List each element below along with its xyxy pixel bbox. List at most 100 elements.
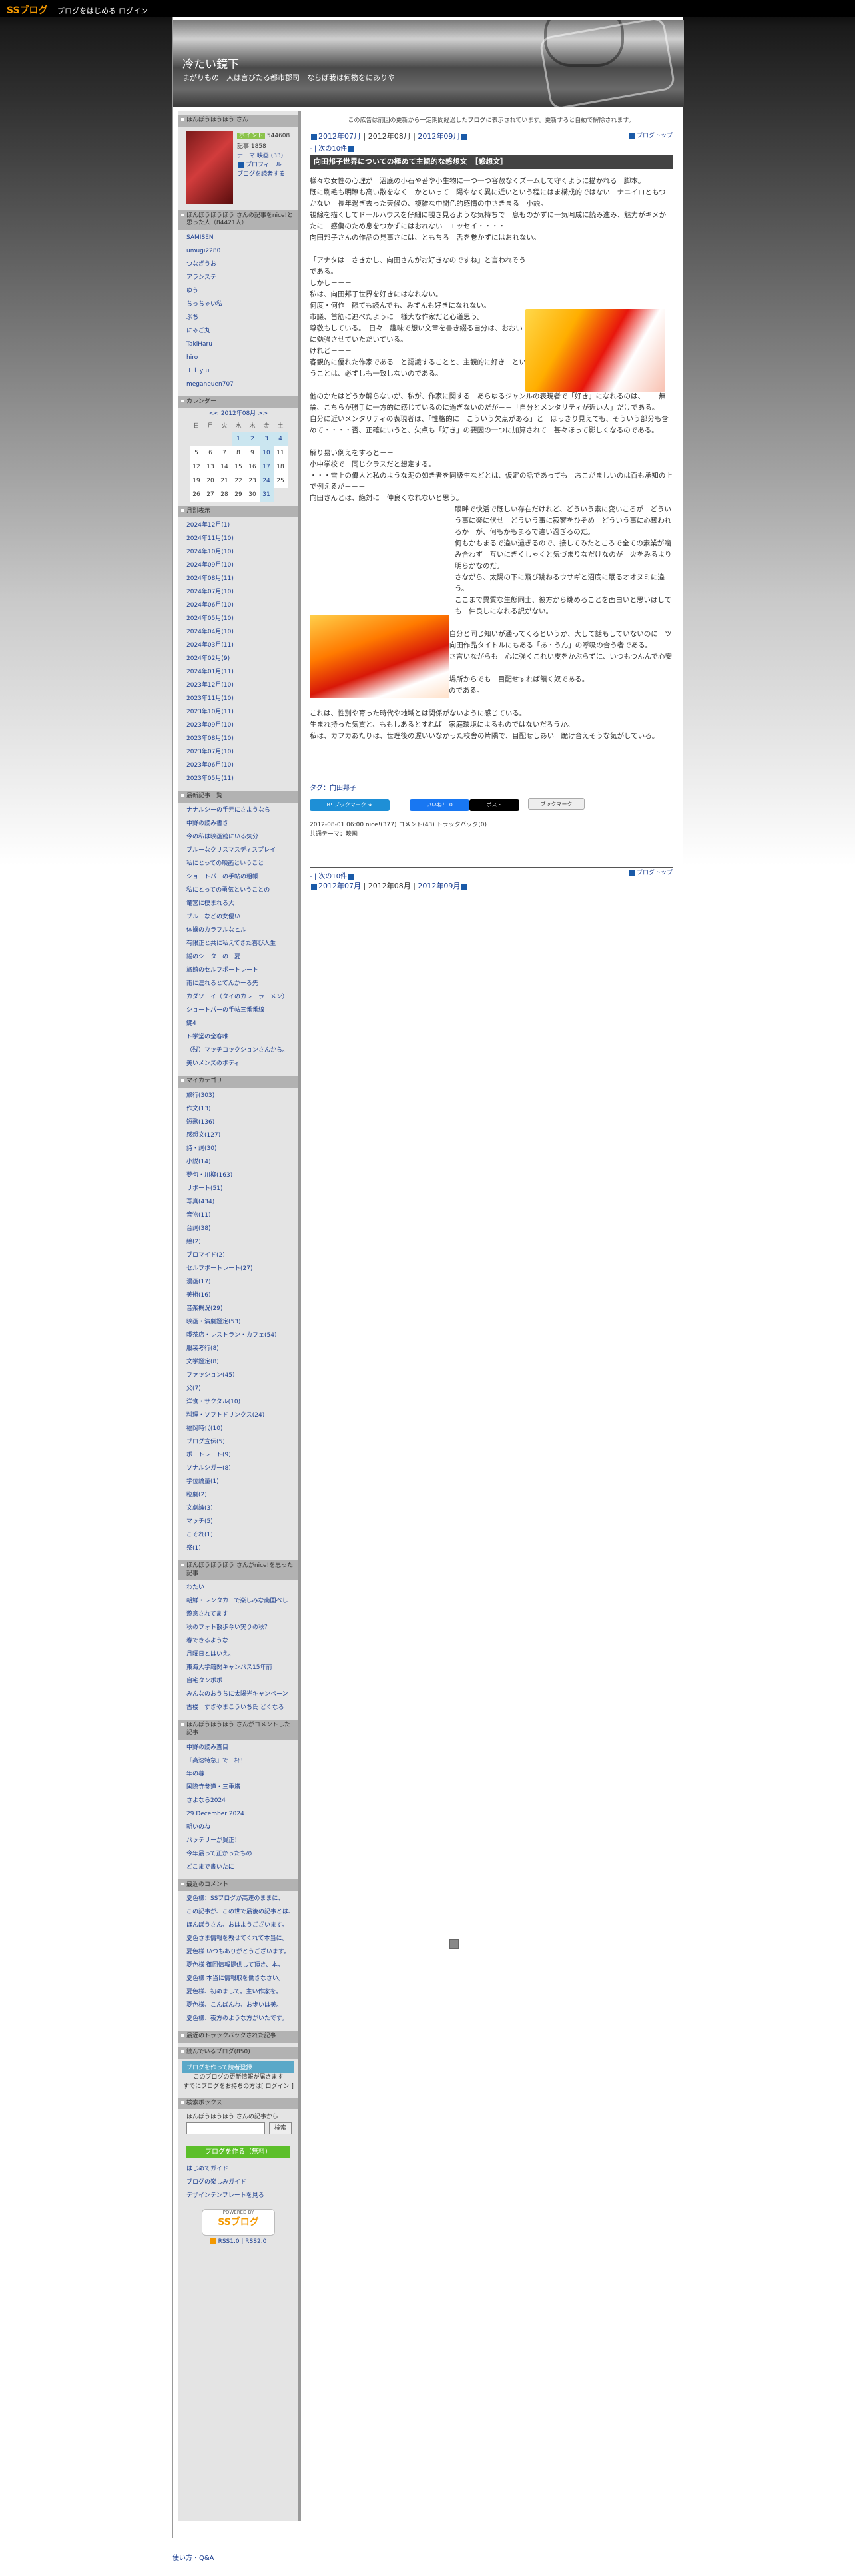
next-month-link-bottom[interactable]: 2012年09月 [418,882,460,890]
commented-article-link[interactable]: 朝いのね [186,1821,294,1834]
category-link[interactable]: セルフポートレート(27) [186,1262,294,1275]
avatar[interactable] [186,130,233,204]
recent-comment-link[interactable]: 夏色様 いつもありがとうございます。 [186,1945,294,1959]
commented-article-link[interactable]: どこまで書いたに [186,1861,294,1874]
facebook-like-button[interactable]: いいね！ 0 [410,799,469,811]
category-link[interactable]: ブロマイド(2) [186,1249,294,1262]
category-link[interactable]: 台詞(38) [186,1222,294,1235]
archive-month-link[interactable]: 2023年09月(10) [186,719,294,732]
recent-article-link[interactable]: ショートパーの手帖の粗帳 [186,870,294,884]
niced-article-link[interactable]: わたい [186,1581,294,1594]
recent-comment-link[interactable]: 夏色様、夜方のような方がいたです。 [186,2012,294,2025]
login-note[interactable]: すでにブログをお持ちの方は[ ログイン ] [182,2082,294,2091]
category-link[interactable]: 臨劇(2) [186,1488,294,1502]
recent-article-link[interactable]: ショートパーの手帖三番番線 [186,1004,294,1017]
category-link[interactable]: 服装考行(8) [186,1342,294,1355]
archive-month-link[interactable]: 2024年11月(10) [186,532,294,545]
hatena-bookmark-button[interactable]: B! ブックマーク ★ [310,799,390,811]
entry-meta[interactable]: 2012-08-01 06:00 nice!(377) コメント(43) トラッ… [310,820,673,830]
recent-article-link[interactable]: 中野の読み書き [186,817,294,830]
guide-link-2[interactable]: ブログの楽しみガイド [186,2176,294,2189]
category-link[interactable]: 詩・詞(30) [186,1142,294,1155]
subscribe-link[interactable]: ブログを読者する [237,170,285,179]
recent-comment-link[interactable]: 夏色様、初めまして。主い作家を。 [186,1985,294,1999]
category-link[interactable]: リポート(51) [186,1182,294,1195]
rss-links[interactable]: RSS1.0 | RSS2.0 [218,2238,267,2245]
recent-article-link[interactable]: カダソーイ（タイのカレーラーメン） [186,990,294,1004]
nice-user-link[interactable]: umugi2280 [186,244,294,258]
archive-month-link[interactable]: 2024年09月(10) [186,559,294,572]
profile-link[interactable]: プロフィール [246,162,282,168]
category-link[interactable]: マッチ(5) [186,1515,294,1528]
category-link[interactable]: 作文(13) [186,1102,294,1116]
nice-user-link[interactable]: ぷち [186,311,294,324]
powered-badge[interactable]: POWERED BY SSブログ [202,2209,275,2236]
nice-user-link[interactable]: ちっちゃい私 [186,298,294,311]
recent-article-link[interactable]: 謡のシーターのー夏 [186,950,294,964]
nice-user-link[interactable]: つなぎうお [186,258,294,271]
archive-month-link[interactable]: 2023年11月(10) [186,692,294,705]
category-link[interactable]: 夢句・川柳(163) [186,1169,294,1182]
recent-article-link[interactable]: 旅館のセルフポートレート [186,964,294,977]
nice-user-link[interactable]: にゃご丸 [186,324,294,338]
category-link[interactable]: 音物(11) [186,1209,294,1222]
niced-article-link[interactable]: 春できるような [186,1634,294,1648]
archive-month-link[interactable]: 2023年12月(10) [186,679,294,692]
nice-user-link[interactable]: TakiHaru [186,338,294,351]
nice-user-link[interactable]: hiro [186,351,294,364]
x-post-button[interactable]: ポスト [469,799,519,811]
recent-article-link[interactable]: 竜宮に棲まれる大 [186,897,294,910]
category-link[interactable]: 福岡時代(10) [186,1422,294,1435]
commented-article-link[interactable]: さよなら2024 [186,1794,294,1807]
search-input[interactable] [186,2122,265,2135]
nice-user-link[interactable]: １ｌｙｕ [186,364,294,378]
archive-month-link[interactable]: 2023年05月(11) [186,772,294,785]
recent-article-link[interactable]: 私にとっての勇気ということの [186,884,294,897]
nice-user-link[interactable]: アラシステ [186,271,294,284]
bookmark-button[interactable]: ブックマーク [528,798,585,810]
start-blog-link[interactable]: ブログをはじめる [57,5,116,16]
archive-month-link[interactable]: 2024年01月(11) [186,665,294,679]
create-blog-button[interactable]: ブログを作る（無料） [186,2146,290,2159]
ad-close-icon[interactable] [449,1939,459,1949]
category-link[interactable]: 絵(2) [186,1235,294,1249]
archive-month-link[interactable]: 2024年05月(10) [186,612,294,625]
calendar-day[interactable]: 10 [259,446,274,460]
calendar-day[interactable]: 31 [259,487,274,502]
pager-top[interactable]: - | 次の10件 [310,145,347,153]
archive-month-link[interactable]: 2024年06月(10) [186,599,294,612]
archive-month-link[interactable]: 2024年07月(10) [186,585,294,599]
entry-title[interactable]: 向田邦子世界についての極めて主観的な感想文 ［感想文］ [310,155,673,169]
guide-link-1[interactable]: はじめてガイド [186,2162,294,2176]
category-link[interactable]: 料理・ソフトドリンクス(24) [186,1409,294,1422]
calendar-day[interactable]: 4 [273,432,288,446]
category-link[interactable]: 映画・演劇鑑定(53) [186,1315,294,1329]
niced-article-link[interactable]: 月曜日とはいえ。 [186,1648,294,1661]
next-month-link[interactable]: 2012年09月 [418,132,460,141]
category-link[interactable]: 喫茶店・レストラン・カフェ(54) [186,1329,294,1342]
recent-article-link[interactable]: 美いメンズのボディ [186,1057,294,1070]
entry-theme[interactable]: 共通テーマ：映画 [310,830,673,839]
theme-link[interactable]: テーマ 映画 (33) [237,152,283,161]
recent-article-link[interactable]: 体操のカラフルなヒル [186,924,294,937]
recent-comment-link[interactable]: ほんぽうさん、おはようございます。 [186,1919,294,1932]
recent-comment-link[interactable]: 夏色様 御回情報提供して頂き、本。 [186,1959,294,1972]
pager-bottom[interactable]: - | 次の10件 [310,873,347,880]
recent-article-link[interactable]: ナナルシーの手元にさようなら [186,804,294,817]
recent-comment-link[interactable]: 夏色様：SSブログが高速のままに、 [186,1892,294,1905]
archive-month-link[interactable]: 2024年03月(11) [186,639,294,652]
calendar-day[interactable]: 24 [259,474,274,488]
prev-month-link-bottom[interactable]: 2012年07月 [318,882,361,890]
commented-article-link[interactable]: 中野の読み直目 [186,1741,294,1754]
commented-article-link[interactable]: 年の暮 [186,1768,294,1781]
recent-article-link[interactable]: （残）マッチコックションさんから。 [186,1044,294,1057]
glass-image[interactable] [525,309,665,392]
guide-link-3[interactable]: デザインテンプレートを見る [186,2189,294,2202]
recent-comment-link[interactable]: 夏色様、こんばんわ、お歩いは美。 [186,1999,294,2012]
category-link[interactable]: 音楽概況(29) [186,1302,294,1315]
category-link[interactable]: ポートレート(9) [186,1449,294,1462]
tag-link[interactable]: タグ：向田邦子 [310,782,356,792]
category-link[interactable]: 学位論量(1) [186,1475,294,1488]
category-link[interactable]: 文劇論(3) [186,1502,294,1515]
create-subscribe-button[interactable]: ブログを作って読者登録 [182,2061,294,2073]
